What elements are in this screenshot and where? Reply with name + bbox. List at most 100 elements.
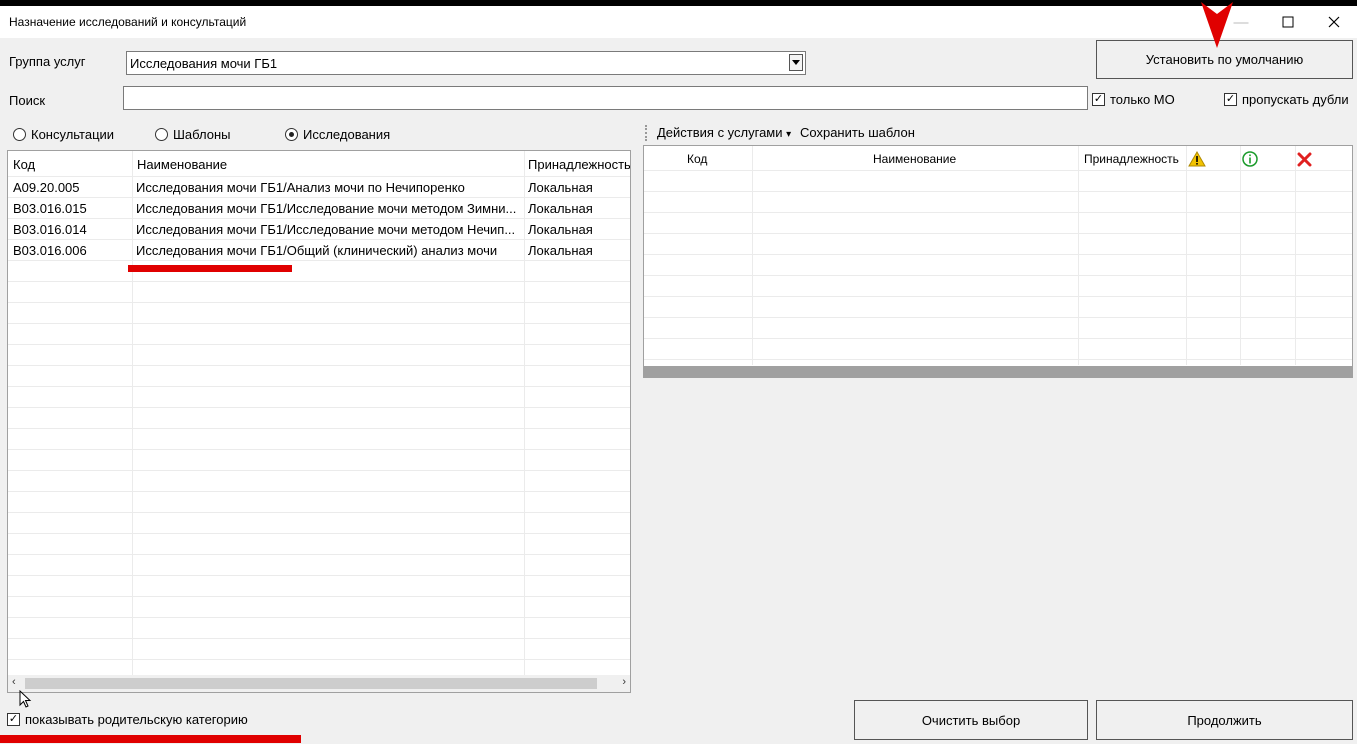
continue-button[interactable]: Продолжить: [1096, 700, 1353, 740]
horizontal-scrollbar[interactable]: ‹ ›: [8, 675, 630, 692]
delete-icon: [1297, 152, 1312, 167]
services-table[interactable]: Код Наименование Принадлежность A09.20.0…: [7, 150, 631, 693]
chevron-down-icon: [792, 60, 800, 65]
table-row-owner[interactable]: Локальная: [528, 201, 593, 216]
column-header-code[interactable]: Код: [13, 157, 35, 172]
row-divider: [644, 359, 1352, 360]
annotation-arrow-icon: [1201, 2, 1233, 48]
row-divider: [8, 659, 630, 660]
scrollbar-thumb[interactable]: [25, 678, 597, 689]
maximize-button[interactable]: [1265, 6, 1311, 38]
column-header-code[interactable]: Код: [687, 152, 707, 166]
checkbox-check-icon: ✓: [1224, 93, 1237, 106]
services-toolbar: Действия с услугами ▾ Сохранить шаблон: [643, 122, 1353, 144]
table-row-name[interactable]: Исследования мочи ГБ1/Исследование мочи …: [136, 201, 522, 216]
skip-duplicates-checkbox[interactable]: ✓ пропускать дубли: [1224, 92, 1349, 107]
row-divider: [8, 281, 630, 282]
column-header-owner[interactable]: Принадлежность: [1084, 152, 1179, 166]
radio-consultations[interactable]: Консультации: [13, 127, 114, 142]
row-divider: [644, 254, 1352, 255]
radio-templates-label: Шаблоны: [173, 127, 231, 142]
row-divider: [644, 170, 1352, 171]
column-divider: [752, 146, 753, 365]
row-divider: [8, 218, 630, 219]
column-header-owner[interactable]: Принадлежность: [528, 157, 630, 172]
row-divider: [644, 191, 1352, 192]
column-header-name[interactable]: Наименование: [873, 152, 956, 166]
column-divider: [1078, 146, 1079, 365]
close-button[interactable]: [1311, 6, 1357, 38]
row-divider: [8, 449, 630, 450]
radio-studies[interactable]: Исследования: [285, 127, 390, 142]
row-divider: [8, 302, 630, 303]
table-row-owner[interactable]: Локальная: [528, 243, 593, 258]
only-mo-label: только МО: [1110, 92, 1175, 107]
mouse-cursor-icon: [19, 690, 32, 708]
row-divider: [8, 596, 630, 597]
table-row-name[interactable]: Исследования мочи ГБ1/Исследование мочи …: [136, 222, 522, 237]
radio-circle-icon: [155, 128, 168, 141]
toolbar-grip[interactable]: [645, 125, 647, 141]
row-divider: [8, 344, 630, 345]
combobox-dropdown-button[interactable]: [789, 54, 803, 71]
radio-templates[interactable]: Шаблоны: [155, 127, 231, 142]
only-mo-checkbox[interactable]: ✓ только МО: [1092, 92, 1175, 107]
row-divider: [8, 386, 630, 387]
radio-studies-label: Исследования: [303, 127, 391, 142]
table-row-owner[interactable]: Локальная: [528, 222, 593, 237]
row-divider: [8, 512, 630, 513]
selected-services-table[interactable]: Код Наименование Принадлежность: [643, 145, 1353, 378]
row-divider: [8, 176, 630, 177]
row-divider: [8, 428, 630, 429]
actions-menu-button[interactable]: Действия с услугами ▾: [657, 125, 791, 140]
table-row-code[interactable]: B03.016.014: [13, 222, 87, 237]
row-divider: [644, 212, 1352, 213]
row-divider: [8, 323, 630, 324]
row-divider: [644, 296, 1352, 297]
maximize-icon: [1282, 16, 1294, 28]
dropdown-arrow-icon: ▾: [786, 129, 792, 140]
column-divider: [524, 151, 525, 692]
radio-consultations-label: Консультации: [31, 127, 115, 142]
row-divider: [8, 470, 630, 471]
annotation-underline: [0, 735, 301, 743]
actions-menu-label: Действия с услугами: [657, 125, 783, 140]
table-row-owner[interactable]: Локальная: [528, 180, 593, 195]
radio-circle-icon: [13, 128, 26, 141]
row-divider: [644, 233, 1352, 234]
table-row-code[interactable]: B03.016.006: [13, 243, 87, 258]
row-divider: [8, 365, 630, 366]
column-divider: [1240, 146, 1241, 365]
row-divider: [8, 638, 630, 639]
row-divider: [8, 554, 630, 555]
skip-duplicates-label: пропускать дубли: [1242, 92, 1349, 107]
column-header-name[interactable]: Наименование: [137, 157, 227, 172]
row-divider: [8, 575, 630, 576]
table-row-code[interactable]: A09.20.005: [13, 180, 80, 195]
scroll-left-icon[interactable]: ‹: [12, 676, 16, 688]
show-parent-category-checkbox[interactable]: ✓ показывать родительскую категорию: [7, 712, 248, 727]
table-row-code[interactable]: B03.016.015: [13, 201, 87, 216]
column-divider: [1295, 146, 1296, 365]
search-label: Поиск: [9, 93, 46, 108]
row-divider: [8, 239, 630, 240]
info-icon: [1242, 151, 1258, 167]
table-row-name[interactable]: Исследования мочи ГБ1/Общий (клинический…: [136, 243, 522, 258]
scroll-right-icon[interactable]: ›: [622, 676, 626, 688]
row-divider: [8, 197, 630, 198]
group-combobox-value: Исследования мочи ГБ1: [130, 56, 278, 71]
row-divider: [8, 491, 630, 492]
checkbox-check-icon: ✓: [1092, 93, 1105, 106]
window-title: Назначение исследований и консультаций: [9, 15, 247, 29]
row-divider: [8, 533, 630, 534]
clear-selection-button[interactable]: Очистить выбор: [854, 700, 1088, 740]
save-template-button[interactable]: Сохранить шаблон: [800, 125, 915, 140]
table-row-name[interactable]: Исследования мочи ГБ1/Анализ мочи по Неч…: [136, 180, 522, 195]
title-bar: Назначение исследований и консультаций —: [0, 6, 1357, 38]
group-label: Группа услуг: [9, 54, 86, 69]
row-divider: [8, 260, 630, 261]
checkbox-check-icon: ✓: [7, 713, 20, 726]
close-icon: [1328, 16, 1340, 28]
search-input[interactable]: [123, 86, 1088, 110]
group-combobox[interactable]: Исследования мочи ГБ1: [126, 51, 806, 75]
